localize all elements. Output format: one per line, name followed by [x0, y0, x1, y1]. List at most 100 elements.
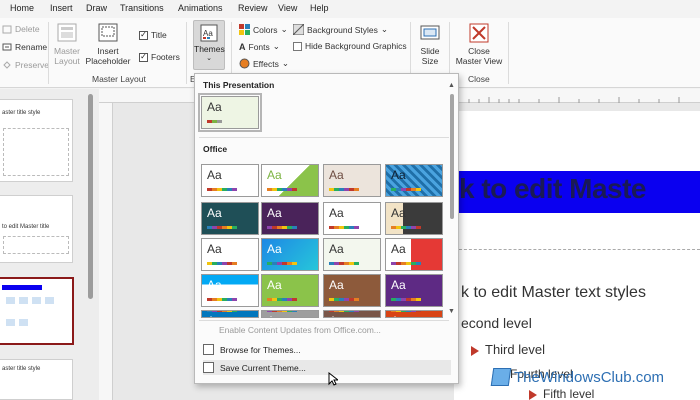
tab-transitions[interactable]: Transitions	[120, 3, 164, 13]
body-level-2-text[interactable]: econd level	[461, 315, 532, 331]
svg-text:Aa: Aa	[203, 29, 213, 38]
slide-title-placeholder[interactable]: k to edit Maste	[459, 173, 646, 205]
office-theme-5[interactable]: Aa	[201, 202, 259, 235]
thumbnail-1-text: aster title style	[2, 110, 41, 116]
browse-for-themes-item[interactable]: Browse for Themes...	[203, 344, 301, 355]
office-theme-18[interactable]: Aa	[261, 310, 319, 318]
themes-chevron-icon: ⌄	[206, 55, 212, 62]
background-styles-dropdown[interactable]: Background Styles ⌄	[293, 24, 388, 35]
office-theme-4[interactable]: Aa	[385, 164, 443, 197]
gallery-scrollbar-thumb[interactable]	[450, 94, 454, 219]
office-theme-7[interactable]: Aa	[323, 202, 381, 235]
theme-sample-text: Aa	[391, 168, 406, 182]
theme-swatches	[267, 226, 297, 229]
effects-dropdown[interactable]: Effects ⌄	[239, 58, 289, 69]
theme-swatches	[329, 311, 359, 312]
this-presentation-heading: This Presentation	[203, 80, 275, 90]
close-group-label: Close	[468, 74, 490, 84]
delete-button[interactable]: Delete	[2, 24, 40, 34]
tab-help[interactable]: Help	[310, 3, 329, 13]
slide-size-button[interactable]: Slide Size	[415, 22, 445, 66]
office-theme-16[interactable]: Aa	[385, 274, 443, 307]
thumbnail-slide-3-selected[interactable]	[0, 277, 74, 345]
office-theme-1[interactable]: Aa	[201, 164, 259, 197]
gallery-scrollbar[interactable]: ▲ ▼	[448, 82, 456, 318]
body-level-3[interactable]: Third level	[471, 342, 545, 357]
theme-current[interactable]: Aa	[198, 93, 262, 132]
thumbnail-4-text: aster title style	[2, 366, 41, 372]
theme-swatches	[391, 262, 421, 265]
background-styles-label: Background Styles	[307, 24, 378, 35]
office-theme-13[interactable]: Aa	[201, 274, 259, 307]
master-layout-button[interactable]: Master Layout	[52, 22, 82, 66]
thumbnail-slide-4[interactable]: aster title style	[0, 359, 73, 400]
scroll-up-icon[interactable]: ▲	[448, 82, 455, 89]
fonts-dropdown[interactable]: A Fonts ⌄	[239, 41, 280, 52]
theme-sample-text: Aa	[329, 242, 344, 256]
theme-swatches	[391, 311, 421, 312]
fonts-label: Fonts	[248, 41, 270, 52]
office-theme-15[interactable]: Aa	[323, 274, 381, 307]
title-checkbox[interactable]: ✓ Title	[139, 30, 167, 40]
tab-insert[interactable]: Insert	[50, 3, 73, 13]
office-theme-3[interactable]: Aa	[323, 164, 381, 197]
mouse-cursor-icon	[328, 372, 338, 386]
enable-content-updates-item[interactable]: Enable Content Updates from Office.com..…	[219, 325, 381, 335]
save-current-theme-item[interactable]: Save Current Theme...	[203, 360, 451, 375]
office-theme-11[interactable]: Aa	[323, 238, 381, 271]
insert-placeholder-button[interactable]: Insert Placeholder	[82, 22, 134, 66]
tab-draw[interactable]: Draw	[86, 3, 107, 13]
master-layout-group-label: Master Layout	[92, 74, 146, 84]
hide-background-graphics-checkbox[interactable]: Hide Background Graphics	[293, 41, 407, 51]
office-theme-8[interactable]: Aa	[385, 202, 443, 235]
folder-icon	[203, 344, 214, 355]
theme-sample-text: Aa	[207, 100, 222, 114]
office-theme-19[interactable]: Aa	[323, 310, 381, 318]
office-theme-17[interactable]: Aa	[201, 310, 259, 318]
theme-swatches	[267, 262, 297, 265]
ribbon-separator	[48, 22, 49, 84]
theme-sample-text: Aa	[329, 278, 344, 292]
theme-sample-text: Aa	[391, 278, 406, 292]
thumbnail-slide-1[interactable]: aster title style	[0, 99, 73, 182]
theme-swatches	[267, 298, 297, 301]
thumbnail-pane-scrollbar[interactable]	[88, 94, 93, 299]
footers-checkbox[interactable]: ✓ Footers	[139, 52, 180, 62]
body-level-1-text[interactable]: k to edit Master text styles	[461, 284, 646, 302]
save-icon	[203, 362, 214, 373]
office-theme-14[interactable]: Aa	[261, 274, 319, 307]
body-level-5[interactable]: Fifth level	[529, 387, 594, 400]
watermark-text: TheWindowsClub.com	[514, 368, 665, 386]
watermark-logo-icon	[490, 368, 512, 386]
rename-button[interactable]: Rename	[2, 42, 47, 52]
theme-swatches	[207, 188, 237, 191]
office-theme-20[interactable]: Aa	[385, 310, 443, 318]
tab-animations[interactable]: Animations	[178, 3, 223, 13]
office-theme-12[interactable]: Aa	[385, 238, 443, 271]
thumbnail-1-placeholder	[3, 128, 69, 176]
theme-sample-text: Aa	[207, 242, 222, 256]
colors-dropdown[interactable]: Colors ⌄	[239, 24, 288, 35]
tab-review[interactable]: Review	[238, 3, 268, 13]
office-theme-6[interactable]: Aa	[261, 202, 319, 235]
theme-sample-text: Aa	[329, 315, 344, 318]
watermark: TheWindowsClub.com	[490, 368, 665, 386]
scroll-down-icon[interactable]: ▼	[448, 308, 455, 315]
hide-background-graphics-label: Hide Background Graphics	[305, 41, 407, 51]
office-theme-10[interactable]: Aa	[261, 238, 319, 271]
close-master-view-button[interactable]: Close Master View	[454, 22, 504, 66]
tab-view[interactable]: View	[278, 3, 297, 13]
office-theme-2[interactable]: Aa	[261, 164, 319, 197]
office-theme-9[interactable]: Aa	[201, 238, 259, 271]
office-heading: Office	[203, 144, 228, 154]
thumbnail-3-title-strip	[2, 285, 42, 290]
theme-swatches	[329, 226, 359, 229]
themes-button[interactable]: Aa Themes ⌄	[193, 20, 225, 70]
title-checkbox-label: Title	[151, 30, 167, 40]
thumbnail-slide-2[interactable]: to edit Master title	[0, 195, 73, 263]
tab-home[interactable]: Home	[10, 3, 34, 13]
preserve-button[interactable]: Preserve	[2, 60, 49, 70]
theme-swatches	[207, 298, 237, 301]
background-styles-icon	[293, 24, 304, 35]
ribbon-tab-bar: Home Insert Draw Transitions Animations …	[0, 0, 700, 18]
